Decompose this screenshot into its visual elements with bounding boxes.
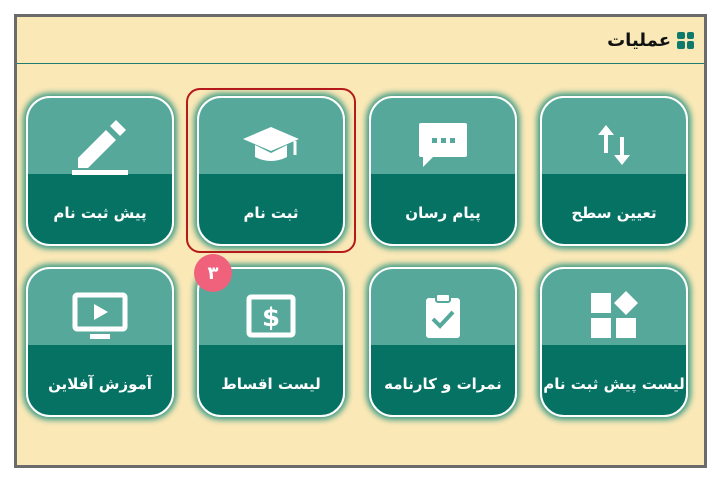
sort-arrows-icon (542, 116, 686, 174)
shapes-icon (542, 287, 686, 345)
chat-bubble-icon (371, 116, 515, 174)
tile-label: آموزش آفلاین (48, 375, 152, 393)
tile-label: نمرات و کارنامه (384, 375, 502, 393)
tile-pre-registration[interactable]: پیش ثبت نام (26, 96, 174, 246)
panel-title: عملیات (607, 29, 671, 51)
clipboard-check-icon (371, 287, 515, 345)
tile-label: پیام رسان (405, 204, 481, 222)
grid-icon (677, 31, 694, 49)
money-bill-icon: $ (199, 287, 343, 345)
tile-pre-registration-list[interactable]: لیست پیش ثبت نام (540, 267, 688, 417)
tile-offline-learning[interactable]: آموزش آفلاین (26, 267, 174, 417)
tile-grades-report[interactable]: نمرات و کارنامه (369, 267, 517, 417)
tile-label: تعیین سطح (571, 204, 657, 222)
monitor-play-icon (28, 287, 172, 345)
pencil-icon (28, 116, 172, 175)
step-badge: ۳ (194, 254, 232, 292)
selected-tile-highlight (186, 88, 356, 253)
panel-header: عملیات (17, 17, 704, 64)
tile-label: لیست اقساط (221, 375, 321, 393)
tile-placement-test[interactable]: تعیین سطح (540, 96, 688, 246)
tile-messenger[interactable]: پیام رسان (369, 96, 517, 246)
tile-label: پیش ثبت نام (53, 204, 147, 222)
tile-label: لیست پیش ثبت نام (543, 375, 685, 393)
svg-text:$: $ (262, 303, 280, 333)
